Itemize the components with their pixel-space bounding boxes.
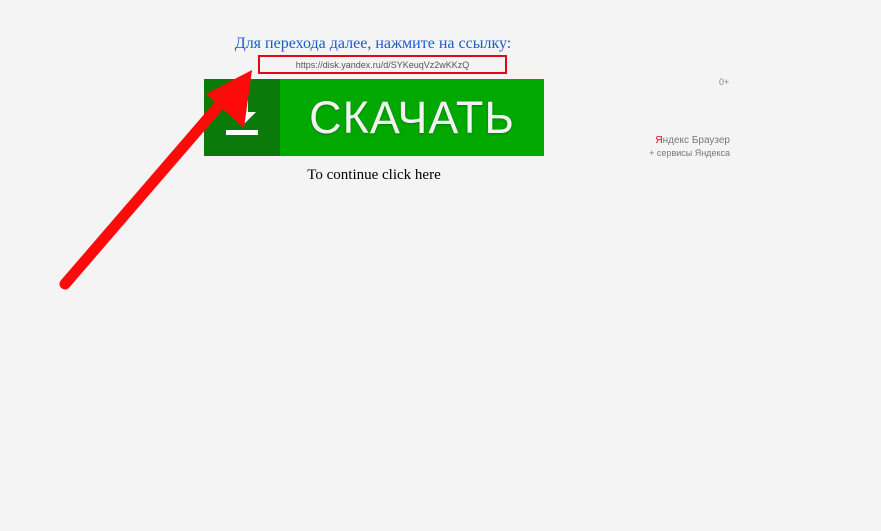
download-icon-panel xyxy=(204,79,280,156)
page: Для перехода далее, нажмите на ссылку: h… xyxy=(0,0,881,531)
download-url-link[interactable]: https://disk.yandex.ru/d/SYKeuqVz2wKKzQ xyxy=(258,55,507,74)
ad-brand-prefix: Я xyxy=(655,135,663,146)
ad-subtitle: + сервисы Яндекса xyxy=(649,148,730,158)
instruction-text: Для перехода далее, нажмите на ссылку: xyxy=(234,35,512,52)
ad-brand-name: ндекс Браузер xyxy=(662,135,730,146)
yandex-browser-ad[interactable]: Яндекс Браузер + сервисы Яндекса xyxy=(649,135,730,159)
download-banner-button[interactable]: СКАЧАТЬ xyxy=(204,79,544,156)
age-rating-badge: 0+ xyxy=(719,77,730,87)
download-label: СКАЧАТЬ xyxy=(280,79,544,156)
continue-link[interactable]: To continue click here xyxy=(204,167,544,184)
download-icon xyxy=(226,99,258,135)
